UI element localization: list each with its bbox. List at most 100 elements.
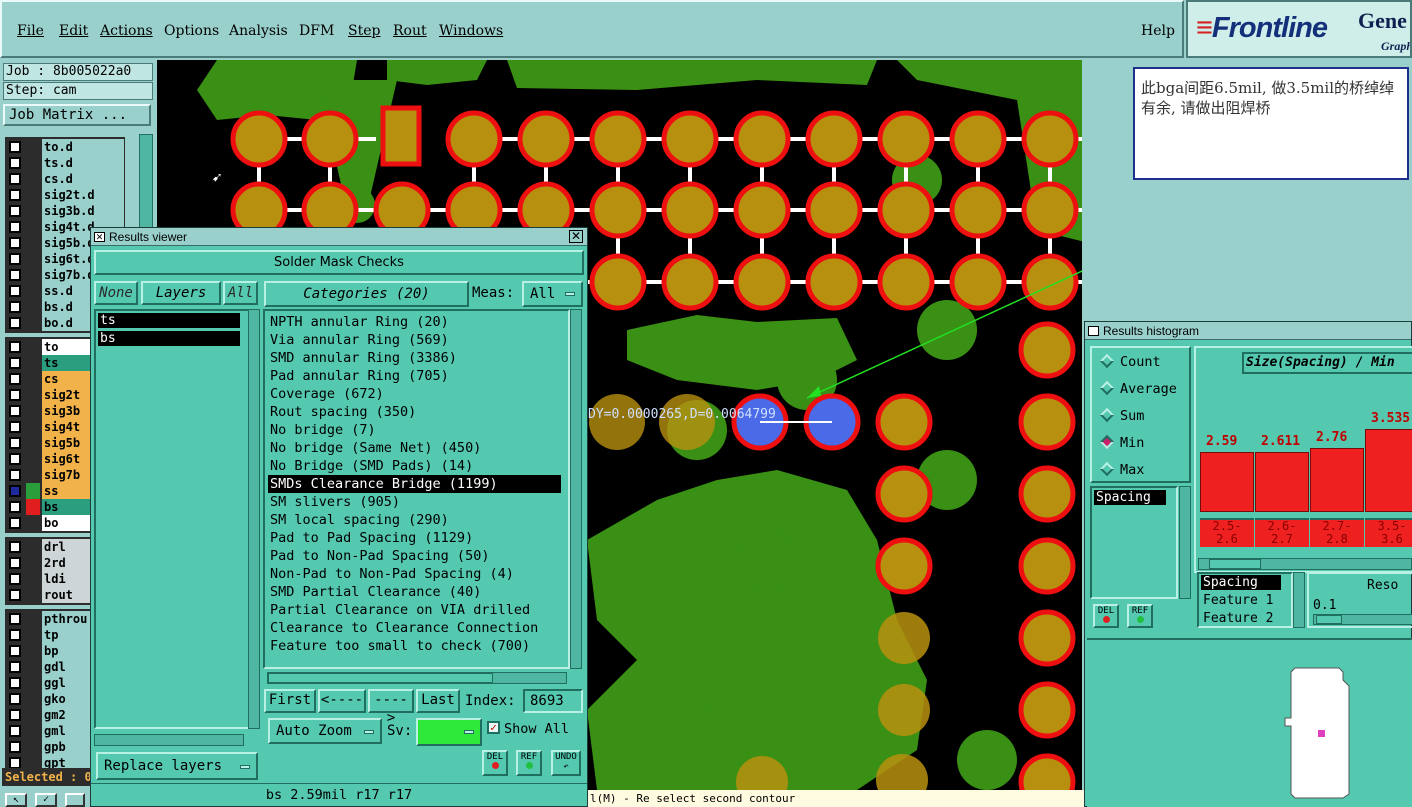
- layer-checkbox[interactable]: [9, 317, 21, 329]
- histogram-bar[interactable]: [1255, 452, 1309, 512]
- first-button[interactable]: First: [264, 689, 316, 713]
- meas-select[interactable]: All: [522, 281, 583, 307]
- menu-windows[interactable]: Windows: [439, 23, 503, 39]
- category-hscrollbar[interactable]: [267, 672, 567, 684]
- histogram-hscrollbar[interactable]: [1198, 558, 1412, 570]
- layer-checkbox[interactable]: [9, 301, 21, 313]
- window-menu-icon[interactable]: [1088, 326, 1099, 336]
- layer-checkbox[interactable]: [9, 373, 21, 385]
- layer-checkbox[interactable]: [9, 157, 21, 169]
- select-tool-icon[interactable]: ↖: [5, 793, 27, 807]
- layer-checkbox[interactable]: [9, 573, 21, 585]
- layer-checkbox[interactable]: [9, 421, 21, 433]
- result-layer-item[interactable]: bs: [98, 331, 240, 346]
- category-item[interactable]: SM local spacing (290): [268, 511, 561, 529]
- menu-edit[interactable]: Edit: [59, 23, 88, 39]
- layers-button[interactable]: Layers: [141, 281, 221, 305]
- layer-row[interactable]: to.d: [5, 139, 125, 155]
- categories-button[interactable]: Categories (20): [264, 281, 469, 307]
- layer-name[interactable]: cs.d: [42, 171, 124, 187]
- category-item[interactable]: SM slivers (905): [268, 493, 561, 511]
- layer-checkbox[interactable]: [9, 237, 21, 249]
- category-item[interactable]: NPTH annular Ring (20): [268, 313, 561, 331]
- layer-checkbox[interactable]: [9, 221, 21, 233]
- index-input[interactable]: 8693: [523, 689, 583, 713]
- layer-checkbox[interactable]: [9, 677, 21, 689]
- layer-checkbox[interactable]: [9, 189, 21, 201]
- layer-list-vscrollbar[interactable]: [248, 309, 260, 729]
- layer-results-list[interactable]: ts bs: [94, 309, 250, 729]
- category-item[interactable]: No bridge (7): [268, 421, 561, 439]
- layer-checkbox[interactable]: [9, 629, 21, 641]
- layer-checkbox[interactable]: [9, 541, 21, 553]
- aggregate-radio-sum[interactable]: Sum: [1099, 407, 1144, 424]
- histogram-bar[interactable]: [1310, 448, 1364, 512]
- layer-checkbox[interactable]: [9, 557, 21, 569]
- field-scrollbar[interactable]: [1293, 572, 1305, 628]
- menu-options[interactable]: Options: [164, 23, 219, 39]
- field-item[interactable]: Feature 2: [1201, 611, 1273, 626]
- attribute-item[interactable]: Spacing: [1094, 490, 1166, 505]
- all-button[interactable]: All: [223, 281, 258, 305]
- category-item[interactable]: Rout spacing (350): [268, 403, 561, 421]
- histogram-bar[interactable]: [1365, 429, 1412, 512]
- aggregate-radio-min[interactable]: Min: [1099, 434, 1144, 451]
- category-item[interactable]: Clearance to Clearance Connection: [268, 619, 561, 637]
- category-item[interactable]: Coverage (672): [268, 385, 561, 403]
- sv-color-select[interactable]: [416, 718, 482, 746]
- layer-checkbox[interactable]: [9, 205, 21, 217]
- tool-icon[interactable]: [65, 793, 85, 807]
- layer-checkbox[interactable]: [9, 709, 21, 721]
- category-item[interactable]: Partial Clearance on VIA drilled: [268, 601, 561, 619]
- field-item[interactable]: Spacing: [1201, 575, 1281, 590]
- layer-checkbox[interactable]: [9, 405, 21, 417]
- menu-dfm[interactable]: DFM: [299, 23, 334, 39]
- aggregate-radio-max[interactable]: Max: [1099, 461, 1144, 478]
- resolution-slider[interactable]: [1313, 614, 1412, 625]
- next-button[interactable]: ---->: [368, 689, 414, 726]
- check-tool-icon[interactable]: ✓: [35, 793, 57, 807]
- menu-actions[interactable]: Actions: [100, 23, 153, 39]
- histogram-attribute-list[interactable]: Spacing: [1090, 486, 1178, 599]
- layer-checkbox[interactable]: [9, 485, 21, 497]
- replace-layers-select[interactable]: Replace layers: [96, 752, 258, 780]
- category-vscrollbar[interactable]: [570, 309, 582, 669]
- del-button[interactable]: DEL: [482, 750, 508, 776]
- field-item[interactable]: Feature 1: [1201, 593, 1273, 608]
- window-menu-icon[interactable]: ✕: [94, 232, 105, 242]
- last-button[interactable]: Last: [416, 689, 460, 713]
- histogram-bar[interactable]: [1200, 452, 1254, 512]
- auto-zoom-select[interactable]: Auto Zoom: [268, 718, 382, 744]
- ref-button[interactable]: REF: [516, 750, 542, 776]
- histogram-field-list[interactable]: Spacing Feature 1 Feature 2: [1197, 572, 1293, 628]
- menu-analysis[interactable]: Analysis: [229, 23, 288, 39]
- board-overview[interactable]: [1087, 638, 1412, 807]
- layer-row[interactable]: cs.d: [5, 171, 125, 187]
- layer-checkbox[interactable]: [9, 589, 21, 601]
- layer-name[interactable]: sig3b.d: [42, 203, 124, 219]
- layer-row[interactable]: ts.d: [5, 155, 125, 171]
- layer-row[interactable]: sig3b.d: [5, 203, 125, 219]
- layer-checkbox[interactable]: [9, 501, 21, 513]
- layer-color-swatch[interactable]: [26, 483, 40, 499]
- none-button[interactable]: None: [94, 281, 138, 305]
- category-item[interactable]: Via annular Ring (569): [268, 331, 561, 349]
- layer-checkbox[interactable]: [9, 453, 21, 465]
- menu-help[interactable]: Help: [1141, 23, 1175, 39]
- layer-checkbox[interactable]: [9, 661, 21, 673]
- aggregate-radio-count[interactable]: Count: [1099, 353, 1161, 370]
- layer-checkbox[interactable]: [9, 341, 21, 353]
- layer-checkbox[interactable]: [9, 357, 21, 369]
- layer-checkbox[interactable]: [9, 269, 21, 281]
- layer-checkbox[interactable]: [9, 469, 21, 481]
- category-list[interactable]: NPTH annular Ring (20) Via annular Ring (…: [263, 309, 570, 669]
- attribute-scrollbar[interactable]: [1179, 486, 1191, 599]
- layer-name[interactable]: to.d: [42, 139, 124, 155]
- category-item[interactable]: Pad annular Ring (705): [268, 367, 561, 385]
- close-icon[interactable]: ✕: [569, 230, 583, 243]
- histogram-titlebar[interactable]: Results histogram: [1085, 322, 1411, 340]
- category-item[interactable]: Pad to Pad Spacing (1129): [268, 529, 561, 547]
- job-matrix-button[interactable]: Job Matrix ...: [3, 104, 151, 126]
- category-item[interactable]: No bridge (Same Net) (450): [268, 439, 561, 457]
- layer-checkbox[interactable]: [9, 725, 21, 737]
